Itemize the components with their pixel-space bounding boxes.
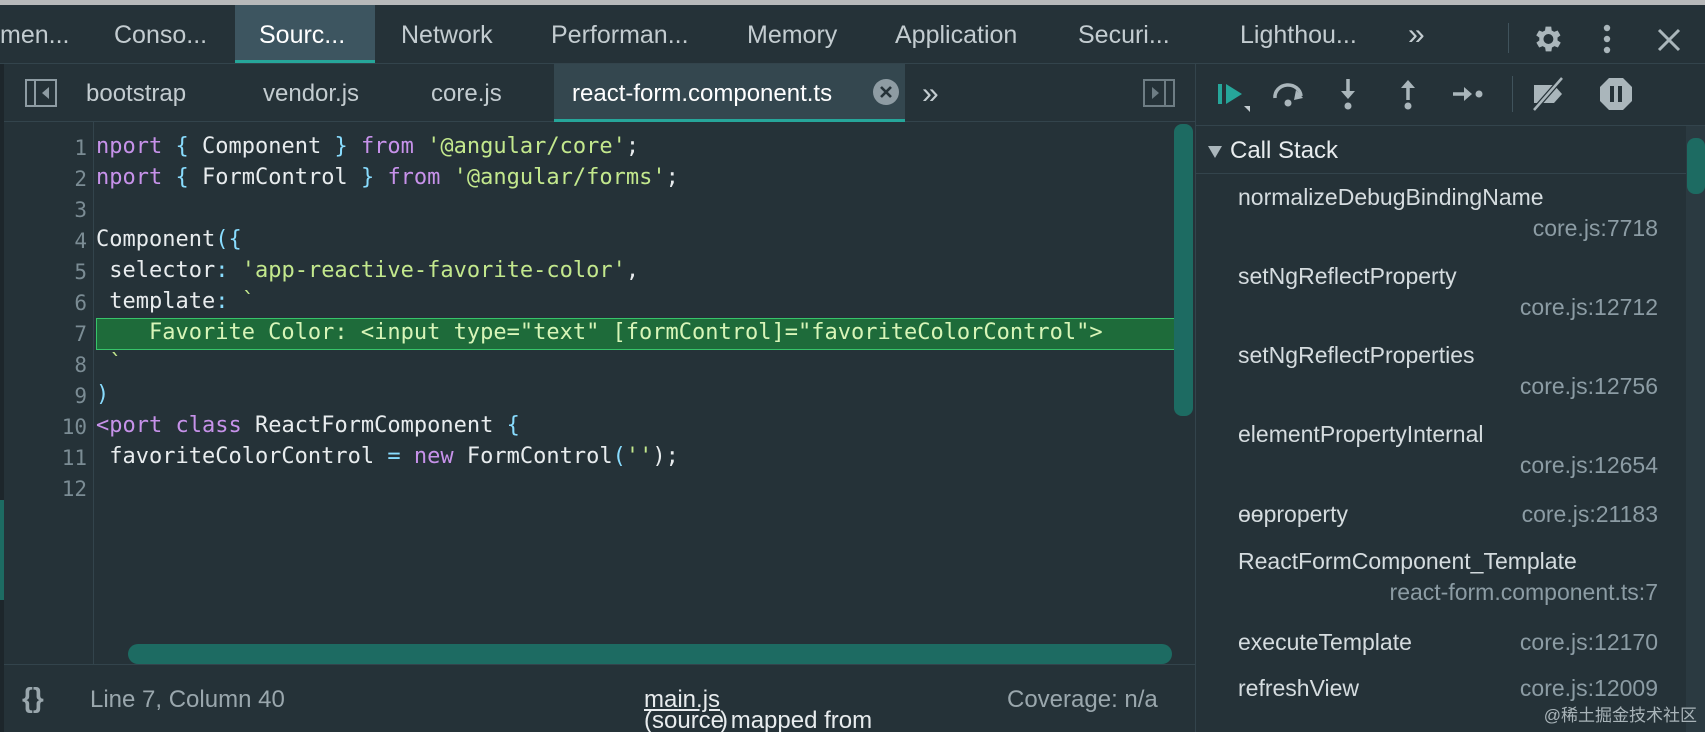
tab-sources[interactable]: Sourc... — [235, 5, 375, 63]
tab-security[interactable]: Securi... — [1065, 5, 1175, 63]
frame-location[interactable]: core.js:21183 — [1522, 501, 1658, 528]
watermark: @稀土掘金技术社区 — [1543, 706, 1697, 725]
toolbar-divider — [1508, 23, 1509, 53]
line-number[interactable]: 2 — [74, 167, 87, 191]
file-tab-vendor-js[interactable]: vendor.js — [263, 64, 383, 122]
tab-lighthouse[interactable]: Lighthou... — [1225, 5, 1375, 63]
devtools-panel-tabs: men... Conso... Sourc... Network Perform… — [0, 0, 1705, 64]
code-line-4: Component({ — [96, 227, 242, 252]
debugger-toolbar — [1196, 64, 1705, 126]
close-devtools-icon[interactable] — [1656, 27, 1682, 53]
frame-location[interactable]: core.js:7718 — [1238, 215, 1658, 242]
line-number-gutter: 1 2 3 4 5 6 7 8 9 10 11 12 — [4, 122, 94, 664]
editor-horizontal-scrollbar[interactable] — [128, 644, 1172, 664]
frame-location[interactable]: react-form.component.ts:7 — [1238, 579, 1658, 606]
call-frame[interactable]: normalizeDebugBindingName core.js:7718 — [1238, 184, 1658, 242]
frame-function: elementPropertyInternal — [1238, 421, 1484, 447]
frame-function: ReactFormComponent_Template — [1238, 548, 1577, 574]
toggle-debugger-icon[interactable] — [1142, 78, 1176, 108]
line-number[interactable]: 8 — [74, 353, 87, 377]
call-frame[interactable]: setNgReflectProperties core.js:12756 — [1238, 342, 1658, 400]
more-tabs-button[interactable]: » — [1408, 5, 1438, 63]
pause-on-exceptions-icon[interactable] — [1598, 76, 1634, 112]
code-line-7: Favorite Color: <input type="text" [form… — [96, 320, 1103, 345]
tab-memory[interactable]: Memory — [735, 5, 855, 63]
frame-function: setNgReflectProperties — [1238, 342, 1475, 368]
deactivate-breakpoints-icon[interactable] — [1530, 76, 1566, 112]
call-stack-header[interactable]: Call Stack — [1196, 126, 1686, 174]
code-editor[interactable]: 1 2 3 4 5 6 7 8 9 10 11 12 nport { Compo… — [4, 122, 1193, 664]
frame-function: normalizeDebugBindingName — [1238, 184, 1544, 210]
resume-icon[interactable] — [1214, 76, 1250, 112]
frame-function: executeTemplate — [1238, 629, 1412, 655]
tab-elements[interactable]: men... — [0, 5, 80, 63]
call-stack-scrollbar[interactable] — [1686, 126, 1705, 732]
editor-file-tabs: bootstrap vendor.js core.js react-form.c… — [4, 64, 1195, 122]
frame-function: refreshView — [1238, 675, 1360, 701]
code-line-5: selector: 'app-reactive-favorite-color', — [96, 258, 640, 283]
line-number[interactable]: 10 — [62, 415, 87, 439]
call-frame[interactable]: elementPropertyInternal core.js:12654 — [1238, 421, 1658, 479]
step-icon[interactable] — [1450, 76, 1486, 112]
code-line-9: ) — [96, 382, 110, 407]
call-stack-title: Call Stack — [1230, 137, 1339, 164]
toolbar-divider — [1512, 76, 1513, 112]
line-number[interactable]: 3 — [74, 198, 87, 222]
code-line-8: ` — [96, 351, 123, 376]
scrollbar-thumb[interactable] — [1687, 138, 1705, 194]
close-file-tab-icon[interactable] — [872, 78, 900, 106]
source-map-info: (source mapped from main.js) — [644, 686, 873, 732]
line-number[interactable]: 11 — [62, 446, 87, 470]
file-tab-bootstrap[interactable]: bootstrap — [86, 64, 226, 122]
frame-function: setNgReflectProperty — [1238, 263, 1457, 289]
line-number[interactable]: 7 — [74, 322, 87, 346]
line-number[interactable]: 12 — [62, 477, 87, 501]
cursor-position: Line 7, Column 40 — [90, 686, 285, 713]
tab-network[interactable]: Network — [386, 5, 506, 63]
line-number[interactable]: 6 — [74, 291, 87, 315]
expand-triangle-icon — [1208, 146, 1222, 158]
tab-application[interactable]: Application — [880, 5, 1030, 63]
settings-gear-icon[interactable] — [1530, 22, 1564, 56]
code-line-6: template: ` — [96, 289, 255, 314]
file-tab-react-form-component[interactable]: react-form.component.ts — [554, 64, 905, 122]
code-line-2: nport { FormControl } from '@angular/for… — [96, 165, 679, 190]
editor-status-bar: {} Line 7, Column 40 (source mapped from… — [4, 664, 1195, 732]
frame-location[interactable]: core.js:12654 — [1238, 452, 1658, 479]
pretty-print-button[interactable]: {} — [22, 682, 44, 714]
call-frame[interactable]: setNgReflectProperty core.js:12712 — [1238, 263, 1658, 321]
line-number[interactable]: 4 — [74, 229, 87, 253]
toggle-navigator-icon[interactable] — [24, 78, 58, 108]
code-line-1: nport { Component } from '@angular/core'… — [96, 134, 640, 159]
coverage-status: Coverage: n/a — [1007, 686, 1158, 713]
file-tab-label: react-form.component.ts — [572, 80, 833, 107]
tab-console[interactable]: Conso... — [96, 5, 216, 63]
line-number[interactable]: 5 — [74, 260, 87, 284]
more-files-button[interactable]: » — [922, 64, 952, 122]
step-over-icon[interactable] — [1270, 76, 1306, 112]
debugger-sidebar: Call Stack normalizeDebugBindingName cor… — [1195, 64, 1705, 732]
call-frame[interactable]: ReactFormComponent_Template react-form.c… — [1238, 548, 1658, 606]
line-number[interactable]: 1 — [74, 136, 87, 160]
frame-location[interactable]: core.js:12170 — [1520, 629, 1658, 656]
frame-function: ɵɵproperty — [1238, 501, 1348, 527]
editor-vertical-scrollbar[interactable] — [1174, 124, 1193, 416]
code-line-10: <port class ReactFormComponent { — [96, 413, 520, 438]
frame-location[interactable]: core.js:12009 — [1520, 675, 1658, 702]
more-options-icon[interactable] — [1600, 23, 1614, 55]
step-into-icon[interactable] — [1330, 76, 1366, 112]
frame-location[interactable]: core.js:12756 — [1238, 373, 1658, 400]
file-tab-core-js[interactable]: core.js — [431, 64, 531, 122]
step-out-icon[interactable] — [1390, 76, 1426, 112]
frame-location[interactable]: core.js:12712 — [1238, 294, 1658, 321]
tab-performance[interactable]: Performan... — [535, 5, 705, 63]
line-number[interactable]: 9 — [74, 384, 87, 408]
code-line-11: favoriteColorControl = new FormControl('… — [96, 444, 679, 469]
